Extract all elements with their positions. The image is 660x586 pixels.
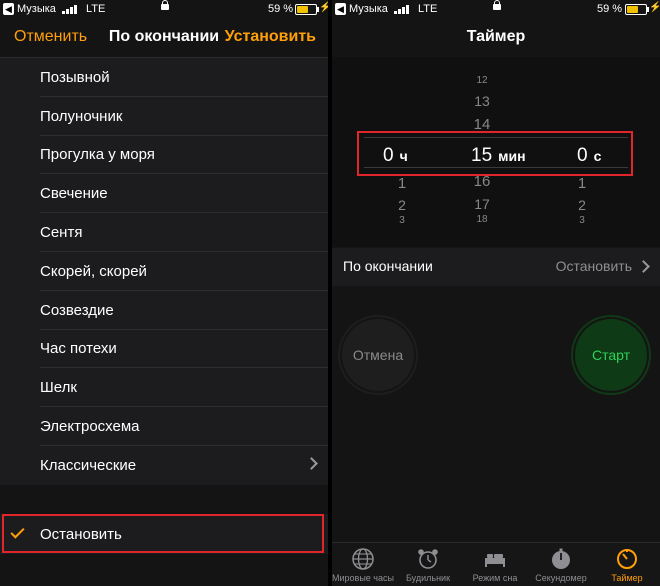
picker-value: 17 [474, 196, 490, 212]
carrier-label: Музыка [349, 3, 388, 15]
charging-icon: ⚡ [319, 2, 328, 13]
tab-timer[interactable]: Таймер [594, 543, 660, 583]
battery-icon [625, 4, 649, 15]
stopwatch-icon [552, 548, 570, 569]
list-item-label: Прогулка у моря [40, 146, 155, 164]
list-item-label: Сентя [40, 224, 83, 242]
hours-unit: ч [399, 148, 408, 164]
tab-label: Будильник [405, 573, 451, 583]
picker-divider [364, 167, 628, 168]
signal-icon [62, 5, 77, 14]
picker-value: 2 [578, 197, 586, 213]
list-item-label: Позывной [40, 68, 110, 86]
list-item[interactable]: Созвездие [0, 291, 328, 330]
nav-bar: Таймер [332, 20, 660, 57]
list-item-label: Электросхема [40, 418, 140, 436]
checkmark-icon [10, 524, 25, 539]
picker-value: 1 [577, 175, 587, 192]
minutes-unit: мин [498, 148, 526, 164]
lock-icon [493, 0, 501, 10]
timer-screen: ◀ Музыка LTE 59 % ⚡ Таймер 1 2 3 12 13 1… [332, 0, 660, 586]
battery-percent: 59 % [268, 3, 294, 15]
chevron-right-icon [637, 260, 650, 273]
picker-divider [364, 137, 628, 138]
list-item-label: Созвездие [40, 301, 114, 319]
tab-label: Секундомер [535, 573, 587, 583]
list-item[interactable]: Шелк [0, 368, 328, 407]
tab-label: Мировые часы [332, 573, 394, 583]
picker-value: 3 [579, 215, 585, 226]
list-item-label: Час потехи [40, 340, 117, 358]
globe-icon [352, 548, 374, 570]
list-item-label: Свечение [40, 185, 108, 203]
when-done-value: Остановить [555, 258, 632, 274]
list-item[interactable]: Час потехи [0, 330, 328, 369]
sound-list: Позывной Полуночник Прогулка у моря Свеч… [0, 58, 328, 485]
nav-bar: Отменить По окончании Установить [0, 20, 328, 58]
list-item[interactable]: Сентя [0, 213, 328, 252]
minutes-value: 15 [471, 145, 493, 166]
back-to-app-icon[interactable]: ◀ [3, 3, 14, 15]
list-item[interactable]: Скорей, скорей [0, 252, 328, 291]
lock-icon [161, 0, 169, 10]
tab-stopwatch[interactable]: Секундомер [528, 543, 594, 583]
list-item-label: Классические [40, 456, 137, 474]
list-item[interactable]: Прогулка у моря [0, 136, 328, 175]
carrier-label: Музыка [17, 3, 56, 15]
tab-world-clock[interactable]: Мировые часы [332, 543, 396, 583]
set-button[interactable]: Установить [225, 28, 316, 46]
seconds-value: 0 [577, 145, 588, 166]
list-item[interactable]: Свечение [0, 174, 328, 213]
signal-icon [394, 5, 409, 14]
picker-value: 2 [398, 197, 406, 213]
when-done-row[interactable]: По окончании Остановить [332, 248, 660, 286]
picker-value: 14 [473, 116, 491, 133]
picker-value: 1 [397, 175, 407, 192]
list-item-classic[interactable]: Классические [0, 446, 328, 485]
network-label: LTE [86, 3, 106, 15]
list-item[interactable]: Полуночник [0, 97, 328, 136]
list-item[interactable]: Электросхема [0, 407, 328, 446]
bed-icon [485, 554, 505, 567]
network-label: LTE [418, 3, 438, 15]
list-item-label: Полуночник [40, 107, 123, 125]
cancel-timer-button[interactable]: Отмена [342, 319, 414, 391]
back-to-app-icon[interactable]: ◀ [335, 3, 346, 15]
battery-percent: 59 % [597, 3, 623, 15]
battery-icon [295, 4, 319, 15]
page-title: Таймер [466, 28, 526, 45]
charging-icon: ⚡ [649, 2, 660, 13]
picker-value: 13 [474, 93, 490, 109]
picker-value: 18 [476, 214, 488, 225]
sound-picker-screen: ◀ Музыка LTE 59 % ⚡ Отменить По окончани… [0, 0, 328, 586]
list-item-label: Шелк [40, 379, 77, 397]
chevron-right-icon [305, 457, 318, 470]
stop-option-row[interactable]: Остановить [0, 514, 328, 554]
list-item-label: Скорей, скорей [40, 262, 147, 280]
list-item[interactable]: Позывной [0, 58, 328, 97]
tab-label: Режим сна [472, 573, 518, 583]
seconds-selected: 0 с [577, 145, 601, 167]
alarm-clock-icon [418, 549, 438, 569]
tab-bar: Мировые часы Будильник Режим сна Секундо… [332, 542, 660, 586]
tab-alarm[interactable]: Будильник [395, 543, 461, 583]
minutes-selected: 15 мин [471, 145, 526, 167]
seconds-unit: с [593, 148, 602, 164]
picker-value: 3 [399, 215, 405, 226]
start-timer-button[interactable]: Старт [575, 319, 647, 391]
when-done-label: По окончании [343, 258, 433, 274]
stop-option-label: Остановить [40, 525, 122, 543]
status-bar: ◀ Музыка LTE 59 % ⚡ [0, 0, 328, 20]
timer-icon [617, 549, 637, 569]
hours-value: 0 [383, 145, 394, 166]
tab-sleep[interactable]: Режим сна [462, 543, 528, 583]
picker-value: 16 [473, 173, 491, 190]
hours-selected: 0 ч [383, 145, 408, 167]
picker-value: 12 [476, 75, 488, 86]
status-bar: ◀ Музыка LTE 59 % ⚡ [332, 0, 660, 20]
tab-label: Таймер [611, 573, 643, 583]
